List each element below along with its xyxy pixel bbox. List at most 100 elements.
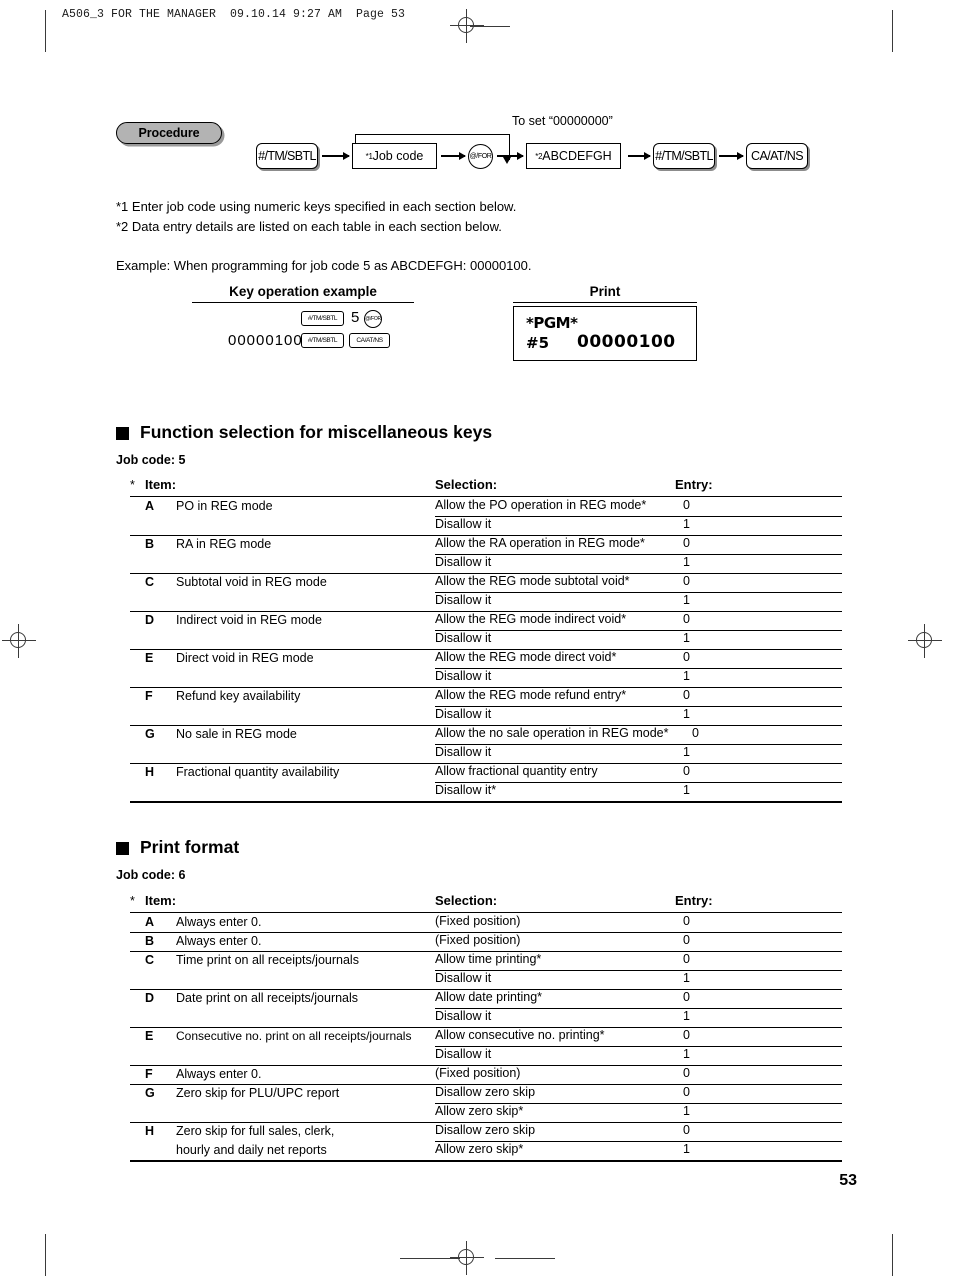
key-job-code[interactable]: *1 Job code bbox=[352, 143, 437, 169]
section-1-bullet-icon bbox=[116, 427, 129, 440]
row-selection: Disallow it bbox=[435, 517, 492, 531]
row-selection: Allow zero skip* bbox=[435, 1142, 524, 1156]
row-selection: Disallow it bbox=[435, 971, 492, 985]
row-selection: Allow the PO operation in REG mode* bbox=[435, 498, 647, 512]
flow-arrow-2 bbox=[441, 152, 466, 159]
mini-key-at-for-label: @/FOR bbox=[365, 316, 381, 322]
row-entry: 1 bbox=[683, 1142, 690, 1156]
row-selection: Allow fractional quantity entry bbox=[435, 764, 598, 778]
row-selection: Disallow it bbox=[435, 1047, 492, 1061]
row-entry: 1 bbox=[683, 1104, 690, 1118]
row-selection: Allow the REG mode refund entry* bbox=[435, 688, 627, 702]
registration-mark-right bbox=[908, 624, 942, 658]
section-2-header-item: Item: bbox=[145, 893, 177, 908]
crop-rule-right-vertical-bottom bbox=[892, 1234, 893, 1276]
table-row: E Consecutive no. print on all receipts/… bbox=[130, 1027, 842, 1066]
row-entry: 0 bbox=[683, 688, 690, 702]
row-entry: 1 bbox=[683, 783, 690, 797]
key-tm-sbtl-1-label: #/TM/SBTL bbox=[258, 149, 316, 163]
section-2-bullet-icon bbox=[116, 842, 129, 855]
row-selection: Allow time printing* bbox=[435, 952, 542, 966]
table-row: F Refund key availability Allow the REG … bbox=[130, 687, 842, 726]
row-entry: 1 bbox=[683, 631, 690, 645]
registration-mark-bottom bbox=[450, 1241, 484, 1275]
row-selection: Disallow it* bbox=[435, 783, 497, 797]
row-entry: 0 bbox=[683, 952, 690, 966]
table-row: B Always enter 0. (Fixed position) 0 bbox=[130, 932, 842, 952]
mini-key-ca-at-ns[interactable]: CA/AT/NS bbox=[349, 333, 390, 348]
key-operation-example-header: Key operation example bbox=[192, 284, 414, 303]
table-row: H Zero skip for full sales, clerk, hourl… bbox=[130, 1122, 842, 1162]
mini-key-at-for[interactable]: @/FOR bbox=[364, 310, 382, 328]
key-job-code-label: Job code bbox=[372, 149, 424, 163]
row-entry: 1 bbox=[683, 1047, 690, 1061]
job-code-superscript: *1 bbox=[365, 151, 373, 161]
section-2-table: * Item: Selection: Entry: A Always enter… bbox=[130, 892, 842, 1162]
section-2-table-header: * Item: Selection: Entry: bbox=[130, 892, 842, 913]
row-entry: 0 bbox=[683, 612, 690, 626]
section-1-table-header: * Item: Selection: Entry: bbox=[130, 476, 842, 497]
row-selection: Allow zero skip* bbox=[435, 1104, 524, 1118]
mini-key-digit-5[interactable]: 5 bbox=[351, 309, 359, 326]
example-line: Example: When programming for job code 5… bbox=[116, 258, 532, 273]
row-selection: Disallow it bbox=[435, 1009, 492, 1023]
row-selection: Disallow it bbox=[435, 631, 492, 645]
row-entry: 1 bbox=[683, 745, 690, 759]
row-entry: 1 bbox=[683, 1009, 690, 1023]
row-entry: 0 bbox=[683, 574, 690, 588]
section-1-header-star: * bbox=[130, 478, 135, 492]
row-entry: 1 bbox=[683, 669, 690, 683]
table-row: G No sale in REG mode Allow the no sale … bbox=[130, 725, 842, 764]
row-entry: 0 bbox=[683, 1123, 690, 1137]
row-entry: 0 bbox=[683, 1066, 690, 1080]
row-entry: 0 bbox=[683, 933, 690, 947]
row-entry: 1 bbox=[683, 517, 690, 531]
row-entry: 1 bbox=[683, 707, 690, 721]
row-entry: 0 bbox=[683, 914, 690, 928]
key-tm-sbtl-1[interactable]: #/TM/SBTL bbox=[256, 143, 318, 169]
table-row: F Always enter 0. (Fixed position) 0 bbox=[130, 1065, 842, 1085]
print-line-jobcode: #5 bbox=[526, 334, 550, 352]
flow-arrow-1 bbox=[322, 152, 350, 159]
abcdefgh-superscript: *2 bbox=[535, 151, 543, 161]
row-selection: Allow date printing* bbox=[435, 990, 543, 1004]
row-selection: Disallow it bbox=[435, 707, 492, 721]
table-row: A PO in REG mode Allow the PO operation … bbox=[130, 497, 842, 536]
key-abcdefgh[interactable]: *2 ABCDEFGH bbox=[526, 143, 621, 169]
procedure-flow-diagram: To set “00000000” #/TM/SBTL *1 Job code @… bbox=[250, 114, 830, 185]
mini-key-tm-sbtl-2-label: #/TM/SBTL bbox=[307, 337, 338, 344]
crop-rule-bottom-horizontal-right bbox=[495, 1258, 555, 1259]
key-ca-at-ns[interactable]: CA/AT/NS bbox=[746, 143, 808, 169]
bypass-arrowhead bbox=[503, 157, 511, 164]
row-selection: Disallow it bbox=[435, 669, 492, 683]
section-1-title: Function selection for miscellaneous key… bbox=[140, 422, 493, 442]
row-entry: 1 bbox=[683, 593, 690, 607]
mini-key-tm-sbtl-1-label: #/TM/SBTL bbox=[307, 315, 338, 322]
key-at-for-label: @/FOR bbox=[469, 153, 492, 160]
bypass-label: To set “00000000” bbox=[512, 114, 613, 128]
table-row: H Fractional quantity availability Allow… bbox=[130, 763, 842, 803]
row-entry: 0 bbox=[683, 990, 690, 1004]
key-at-for[interactable]: @/FOR bbox=[468, 144, 493, 169]
row-entry: 0 bbox=[683, 498, 690, 512]
section-1-job-code: Job code: 5 bbox=[116, 453, 186, 467]
key-tm-sbtl-2[interactable]: #/TM/SBTL bbox=[653, 143, 715, 169]
row-selection: Disallow zero skip bbox=[435, 1085, 536, 1099]
table-row: G Zero skip for PLU/UPC report Disallow … bbox=[130, 1084, 842, 1123]
running-head: A506_3 FOR THE MANAGER 09.10.14 9:27 AM … bbox=[62, 8, 406, 21]
table-row: C Subtotal void in REG mode Allow the RE… bbox=[130, 573, 842, 612]
row-entry: 0 bbox=[692, 726, 699, 740]
key-abcdefgh-label: ABCDEFGH bbox=[542, 149, 612, 163]
section-2-header-entry: Entry: bbox=[675, 893, 713, 908]
footnote-1: *1 Enter job code using numeric keys spe… bbox=[116, 199, 517, 214]
row-selection: Disallow it bbox=[435, 593, 492, 607]
table-row: C Time print on all receipts/journals Al… bbox=[130, 951, 842, 990]
flow-arrow-5 bbox=[719, 152, 744, 159]
section-2-header-star: * bbox=[130, 894, 135, 908]
crop-rule-left-vertical bbox=[45, 10, 46, 52]
key-tm-sbtl-2-label: #/TM/SBTL bbox=[655, 149, 713, 163]
row-selection: Disallow it bbox=[435, 745, 492, 759]
mini-key-tm-sbtl-1[interactable]: #/TM/SBTL bbox=[301, 311, 344, 326]
mini-key-tm-sbtl-2[interactable]: #/TM/SBTL bbox=[301, 333, 344, 348]
key-operation-amount: 00000100 bbox=[228, 332, 303, 349]
